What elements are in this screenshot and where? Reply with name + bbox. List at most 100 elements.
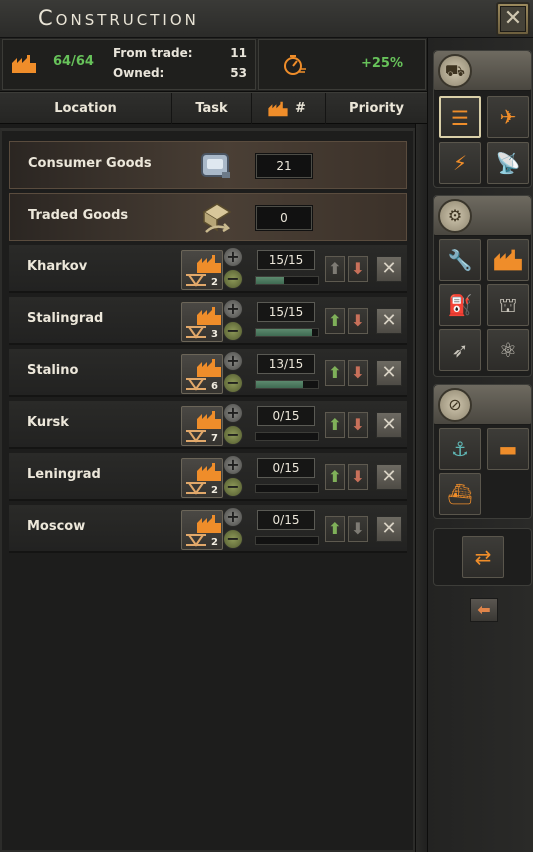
air-base-button[interactable]: ✈ (487, 96, 529, 138)
move-down-button[interactable]: ⬇ (348, 308, 368, 334)
civilian-factory-icon (197, 463, 221, 481)
building-task-button[interactable]: 7 (181, 406, 223, 446)
arrow-up-icon: ⬆ (328, 415, 342, 434)
dockyard-button[interactable]: ⛴ (439, 473, 481, 515)
civilian-factory-button[interactable] (487, 239, 529, 281)
nuclear-reactor-icon: ⚛ (499, 338, 517, 362)
close-button[interactable]: ✕ (496, 2, 530, 36)
move-down-button[interactable]: ⬇ (348, 464, 368, 490)
railway-button[interactable]: ☰ (439, 96, 481, 138)
header-task[interactable]: Task (172, 93, 252, 124)
add-level-button[interactable]: + (223, 299, 243, 319)
arrow-down-icon: ⬇ (351, 519, 365, 538)
queue-factories-assigned: 2 (211, 485, 218, 496)
queue-row[interactable]: Kharkov 2 + −15/15 ⬆ ⬇ ✕ (9, 245, 407, 293)
cancel-construction-button[interactable]: ✕ (376, 464, 402, 490)
remove-level-button[interactable]: − (223, 529, 243, 549)
progress-fill (256, 277, 284, 284)
rocket-site-button[interactable]: ➶ (439, 329, 481, 371)
traded-goods-icon (202, 203, 232, 233)
remove-level-button[interactable]: − (223, 425, 243, 445)
arrow-up-icon: ⬆ (328, 467, 342, 486)
building-sidebar: ⛟ ☰ ✈ ⚡ 📡 ⚙ 🔧 ⛽ ⛫ ➶ ⚛ ⊘ ⚓ ▬ ⛴ ⇄ (427, 38, 533, 852)
owned-label: Owned: (113, 66, 165, 80)
convert-factory-button[interactable]: ⇄ (462, 536, 504, 578)
remove-level-button[interactable]: − (223, 373, 243, 393)
move-up-button[interactable]: ⬆ (325, 516, 345, 542)
fuel-silo-icon: ⛫ (498, 293, 518, 317)
factory-summary: 64/64 From trade: Owned: 11 53 (2, 39, 256, 90)
owned-value: 53 (230, 66, 247, 80)
move-down-button[interactable]: ⬇ (348, 412, 368, 438)
fuel-silo-button[interactable]: ⛫ (487, 284, 529, 326)
move-down-button[interactable]: ⬇ (348, 516, 368, 542)
progress-bar (255, 432, 319, 441)
building-task-button[interactable]: 2 (181, 458, 223, 498)
infrastructure-group-header[interactable]: ⛟ (434, 51, 531, 91)
move-up-button[interactable]: ⬆ (325, 256, 345, 282)
close-icon: ✕ (381, 310, 397, 331)
add-level-button[interactable]: + (223, 507, 243, 527)
queue-location: Stalingrad (27, 311, 104, 326)
from-trade-value: 11 (230, 46, 247, 60)
queue-location: Moscow (27, 519, 86, 534)
cancel-construction-button[interactable]: ✕ (376, 516, 402, 542)
building-task-button[interactable]: 6 (181, 354, 223, 394)
move-down-button[interactable]: ⬇ (348, 256, 368, 282)
header-location[interactable]: Location (0, 93, 172, 124)
cancel-construction-button[interactable]: ✕ (376, 308, 402, 334)
military-factory-button[interactable]: 🔧 (439, 239, 481, 281)
civilian-factory-icon (197, 515, 221, 533)
queue-row[interactable]: Leningrad 2 + −0/15 ⬆ ⬇ ✕ (9, 453, 407, 501)
queue-row[interactable]: Stalino 6 + −13/15 ⬆ ⬇ ✕ (9, 349, 407, 397)
remove-level-button[interactable]: − (223, 477, 243, 497)
cancel-construction-button[interactable]: ✕ (376, 256, 402, 282)
arrow-down-icon: ⬇ (351, 311, 365, 330)
add-level-button[interactable]: + (223, 247, 243, 267)
remove-level-button[interactable]: − (223, 321, 243, 341)
radar-button[interactable]: 📡 (487, 142, 529, 184)
building-task-button[interactable]: 2 (181, 510, 223, 550)
cancel-construction-button[interactable]: ✕ (376, 360, 402, 386)
industry-group-header[interactable]: ⚙ (434, 196, 531, 236)
header-factories[interactable]: # (252, 93, 326, 124)
traded-goods-row: Traded Goods 0 (9, 193, 407, 241)
coastal-fort-button[interactable]: ▬ (487, 428, 529, 470)
queue-progress-text: 15/15 (257, 302, 315, 322)
add-level-button[interactable]: + (223, 351, 243, 371)
move-down-button[interactable]: ⬇ (348, 360, 368, 386)
queue-factories-assigned: 2 (211, 537, 218, 548)
civilian-factory-icon (197, 359, 221, 377)
consumer-goods-label: Consumer Goods (28, 156, 152, 171)
scrollbar[interactable] (415, 124, 427, 852)
construction-girder-icon (186, 534, 206, 547)
nuclear-reactor-button[interactable]: ⚛ (487, 329, 529, 371)
move-up-button[interactable]: ⬆ (325, 308, 345, 334)
move-up-button[interactable]: ⬆ (325, 464, 345, 490)
add-level-button[interactable]: + (223, 455, 243, 475)
add-level-button[interactable]: + (223, 403, 243, 423)
arrow-down-icon: ⬇ (351, 415, 365, 434)
construction-queue: Consumer Goods 21 Traded Goods 0 Kharkov… (0, 128, 415, 852)
queue-row[interactable]: Stalingrad 3 + −15/15 ⬆ ⬇ ✕ (9, 297, 407, 345)
anti-air-button[interactable]: ⚡ (439, 142, 481, 184)
civilian-factory-icon (197, 255, 221, 273)
naval-group-header[interactable]: ⊘ (434, 385, 531, 425)
header-priority[interactable]: Priority (326, 93, 427, 124)
back-arrow-button[interactable]: ⬅ (470, 598, 498, 622)
building-task-button[interactable]: 3 (181, 302, 223, 342)
move-up-button[interactable]: ⬆ (325, 360, 345, 386)
naval-base-button[interactable]: ⚓ (439, 428, 481, 470)
cancel-construction-button[interactable]: ✕ (376, 412, 402, 438)
minus-icon: − (226, 529, 240, 548)
move-up-button[interactable]: ⬆ (325, 412, 345, 438)
industry-group: ⚙ 🔧 ⛽ ⛫ ➶ ⚛ (433, 195, 532, 377)
queue-row[interactable]: Kursk 7 + −0/15 ⬆ ⬇ ✕ (9, 401, 407, 449)
building-task-button[interactable]: 2 (181, 250, 223, 290)
progress-bar (255, 328, 319, 337)
queue-row[interactable]: Moscow 2 + −0/15 ⬆ ⬇ ✕ (9, 505, 407, 553)
queue-location: Stalino (27, 363, 79, 378)
remove-level-button[interactable]: − (223, 269, 243, 289)
construction-girder-icon (186, 274, 206, 287)
synthetic-refinery-button[interactable]: ⛽ (439, 284, 481, 326)
